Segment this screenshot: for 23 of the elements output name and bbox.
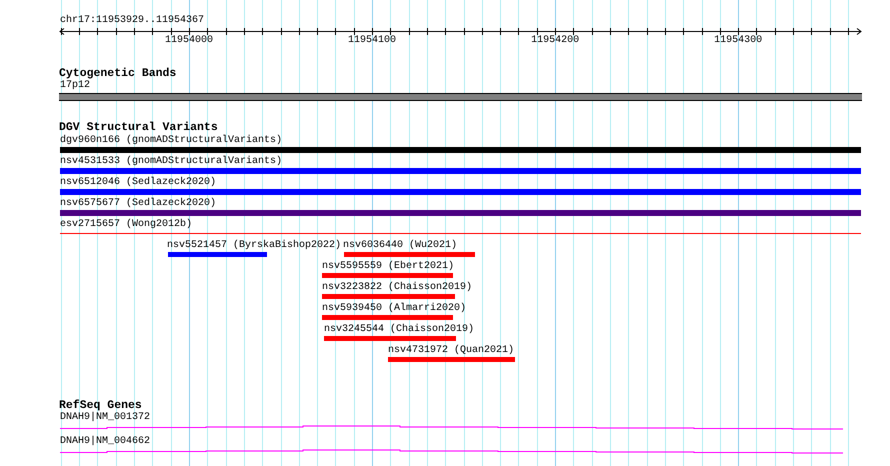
track-title: RefSeq Genes	[59, 400, 142, 412]
feature-label: DNAH9|NM_004662	[60, 436, 150, 447]
feature-label: 17p12	[60, 80, 90, 91]
feature-label: nsv5939450 (Almarri2020)	[322, 303, 466, 314]
feature-label: nsv6036440 (Wu2021)	[343, 240, 458, 251]
feature-label: nsv5521457 (ByrskaBishop2022)	[167, 240, 342, 251]
track-title: Cytogenetic Bands	[59, 68, 176, 80]
track-title: DGV Structural Variants	[59, 122, 218, 134]
tick-label: 11954300	[714, 35, 762, 46]
feature-label: nsv6575677 (Sedlazeck2020)	[60, 198, 216, 209]
feature-label: nsv6512046 (Sedlazeck2020)	[60, 177, 216, 188]
feature-label: DNAH9|NM_001372	[60, 412, 150, 423]
feature-label: nsv5595559 (Ebert2021)	[322, 261, 454, 272]
tick-label: 11954100	[348, 35, 396, 46]
feature-label: esv2715657 (Wong2012b)	[60, 219, 192, 230]
feature-label: nsv3245544 (Chaisson2019)	[324, 324, 474, 335]
feature-label: dgv960n166 (gnomADStructuralVariants)	[60, 135, 282, 146]
feature-label: nsv3223822 (Chaisson2019)	[322, 282, 472, 293]
tick-label: 11954000	[164, 35, 213, 46]
location-label: chr17:11953929..11954367	[60, 15, 204, 26]
feature-label: nsv4731972 (Quan2021)	[388, 345, 514, 356]
tick-label: 11954200	[531, 35, 580, 46]
feature-label: nsv4531533 (gnomADStructuralVariants)	[60, 156, 282, 167]
